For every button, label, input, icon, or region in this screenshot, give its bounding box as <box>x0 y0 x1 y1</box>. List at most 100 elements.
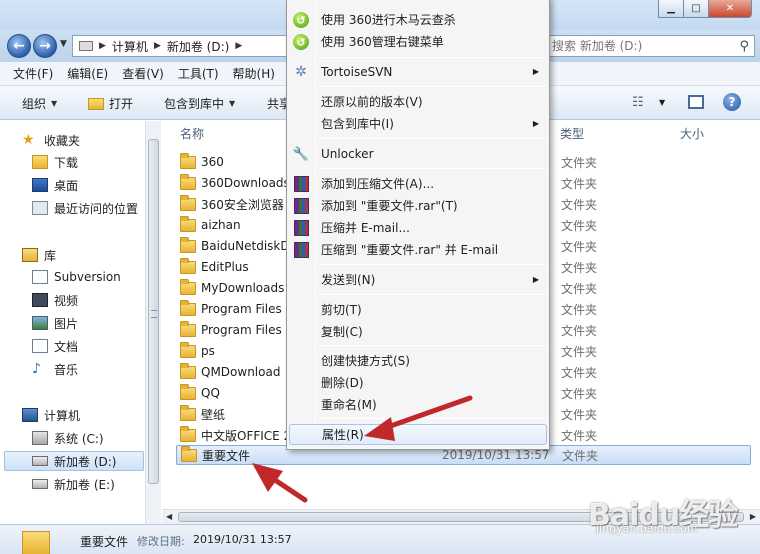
file-name: 360 <box>201 155 224 169</box>
baidu-watermark: Baidu经验 jingyan.baidu.com <box>588 490 738 535</box>
dropdown-arrow-icon: ▼ <box>229 99 236 108</box>
forward-button[interactable]: → <box>33 34 57 58</box>
search-icon[interactable]: ⚲ <box>739 39 749 54</box>
cm-add-archive[interactable]: 添加到压缩文件(A)... <box>289 173 547 194</box>
folder-icon <box>180 383 196 400</box>
system-drive-icon <box>32 431 48 445</box>
file-name: 重要文件 <box>202 448 251 463</box>
cm-360-scan[interactable]: ↺ 使用 360进行木马云查杀 <box>289 9 547 30</box>
file-name: QMDownload <box>201 365 281 379</box>
menu-separator <box>319 294 545 295</box>
star-icon: ★ <box>22 132 35 148</box>
folder-icon <box>180 404 196 421</box>
winrar-icon <box>293 242 309 258</box>
menu-help[interactable]: 帮助(H) <box>226 65 282 82</box>
nav-desktop[interactable]: 桌面 <box>32 175 78 195</box>
cm-delete[interactable]: 删除(D) <box>289 372 547 393</box>
open-label: 打开 <box>109 97 134 111</box>
winrar-icon <box>293 176 309 192</box>
submenu-arrow-icon: ▶ <box>532 275 539 284</box>
organize-button[interactable]: 组织 ▼ <box>22 95 57 112</box>
cm-create-shortcut[interactable]: 创建快捷方式(S) <box>289 350 547 371</box>
folder-icon <box>180 257 196 274</box>
menu-separator <box>319 168 545 169</box>
nav-documents[interactable]: 文档 <box>32 336 78 356</box>
scroll-left-icon[interactable]: ◀ <box>166 512 172 521</box>
nav-recent-places[interactable]: 最近访问的位置 <box>32 198 138 218</box>
file-name: EditPlus <box>201 260 249 274</box>
open-button[interactable]: 打开 <box>88 95 133 112</box>
minimize-button[interactable]: ▁ <box>658 0 684 18</box>
cm-compress-email[interactable]: 压缩并 E-mail... <box>289 217 547 238</box>
cm-rename[interactable]: 重命名(M) <box>289 394 547 415</box>
nav-downloads[interactable]: 下载 <box>32 152 78 172</box>
column-header-name[interactable]: 名称 <box>180 125 204 142</box>
picture-icon <box>32 316 48 330</box>
menu-separator <box>319 345 545 346</box>
file-type: 文件夹 <box>561 176 598 191</box>
nav-drive-d[interactable]: 新加卷 (D:) <box>4 451 144 471</box>
include-label: 包含到库中 <box>164 97 225 111</box>
folder-icon <box>180 299 196 316</box>
include-in-library-button[interactable]: 包含到库中 ▼ <box>164 95 235 112</box>
nav-drive-e[interactable]: 新加卷 (E:) <box>32 474 115 494</box>
column-header-size[interactable]: 大小 <box>680 125 704 142</box>
menu-tools[interactable]: 工具(T) <box>171 65 226 82</box>
file-type: 文件夹 <box>561 407 598 422</box>
cm-tortoisesvn[interactable]: ✲ TortoiseSVN ▶ <box>289 61 547 82</box>
cm-compress-rar-email[interactable]: 压缩到 "重要文件.rar" 并 E-mail <box>289 239 547 260</box>
nav-videos[interactable]: 视频 <box>32 290 78 310</box>
view-options-icon[interactable]: ☷ <box>632 95 644 110</box>
nav-scroll-thumb[interactable] <box>148 139 159 484</box>
chevron-right-icon[interactable]: ▶ <box>235 41 242 51</box>
cm-360-manage[interactable]: ↺ 使用 360管理右键菜单 <box>289 31 547 52</box>
search-input[interactable] <box>546 37 726 55</box>
nav-computer[interactable]: 计算机 <box>22 405 80 425</box>
file-type: 文件夹 <box>561 344 598 359</box>
dropdown-arrow-icon[interactable]: ▼ <box>659 98 665 107</box>
cm-add-to-rar[interactable]: 添加到 "重要文件.rar"(T) <box>289 195 547 216</box>
file-type: 文件夹 <box>561 428 598 443</box>
chevron-right-icon[interactable]: ▶ <box>154 41 161 51</box>
cm-send-to[interactable]: 发送到(N) ▶ <box>289 269 547 290</box>
back-button[interactable]: ← <box>7 34 31 58</box>
file-name: ps <box>201 344 215 358</box>
help-icon[interactable]: ? <box>723 93 741 111</box>
menu-separator <box>319 418 545 419</box>
cm-properties[interactable]: 属性(R) <box>289 424 547 445</box>
preview-pane-icon[interactable] <box>688 95 704 109</box>
nav-music[interactable]: ♪ 音乐 <box>32 359 78 379</box>
folder-icon <box>180 278 196 295</box>
history-dropdown-icon[interactable]: ▼ <box>60 39 67 49</box>
breadcrumb-computer[interactable]: 计算机 <box>112 38 148 55</box>
search-box[interactable]: ⚲ <box>545 35 755 57</box>
cm-unlocker[interactable]: 🔧 Unlocker <box>289 143 547 164</box>
nav-drive-c[interactable]: 系统 (C:) <box>32 428 104 448</box>
file-name: Program Files <box>201 323 282 337</box>
cm-include-library[interactable]: 包含到库中(I) ▶ <box>289 113 547 134</box>
drive-icon <box>32 456 48 466</box>
cm-restore-previous[interactable]: 还原以前的版本(V) <box>289 91 547 112</box>
cm-copy[interactable]: 复制(C) <box>289 321 547 342</box>
chevron-right-icon[interactable]: ▶ <box>99 41 106 51</box>
cm-cut[interactable]: 剪切(T) <box>289 299 547 320</box>
drive-icon <box>32 479 48 489</box>
file-name: QQ <box>201 386 220 400</box>
column-header-type[interactable]: 类型 <box>560 125 584 142</box>
nav-libraries[interactable]: 库 <box>22 245 56 265</box>
window-controls: ▁ □ ✕ <box>658 0 752 18</box>
nav-scrollbar[interactable] <box>145 121 161 524</box>
menu-file[interactable]: 文件(F) <box>6 65 60 82</box>
nav-subversion[interactable]: Subversion <box>32 267 121 287</box>
nav-favorites[interactable]: ★ 收藏夹 <box>22 130 80 150</box>
details-date: 2019/10/31 13:57 <box>193 533 292 546</box>
forward-arrow-icon: → <box>39 38 51 54</box>
menu-view[interactable]: 查看(V) <box>115 65 171 82</box>
menu-edit[interactable]: 编辑(E) <box>60 65 115 82</box>
maximize-button[interactable]: □ <box>683 0 709 18</box>
nav-pictures[interactable]: 图片 <box>32 313 78 333</box>
desktop-icon <box>32 178 48 192</box>
scroll-right-icon[interactable]: ▶ <box>750 512 756 521</box>
close-button[interactable]: ✕ <box>708 0 752 18</box>
breadcrumb-drive-d[interactable]: 新加卷 (D:) <box>167 38 229 55</box>
